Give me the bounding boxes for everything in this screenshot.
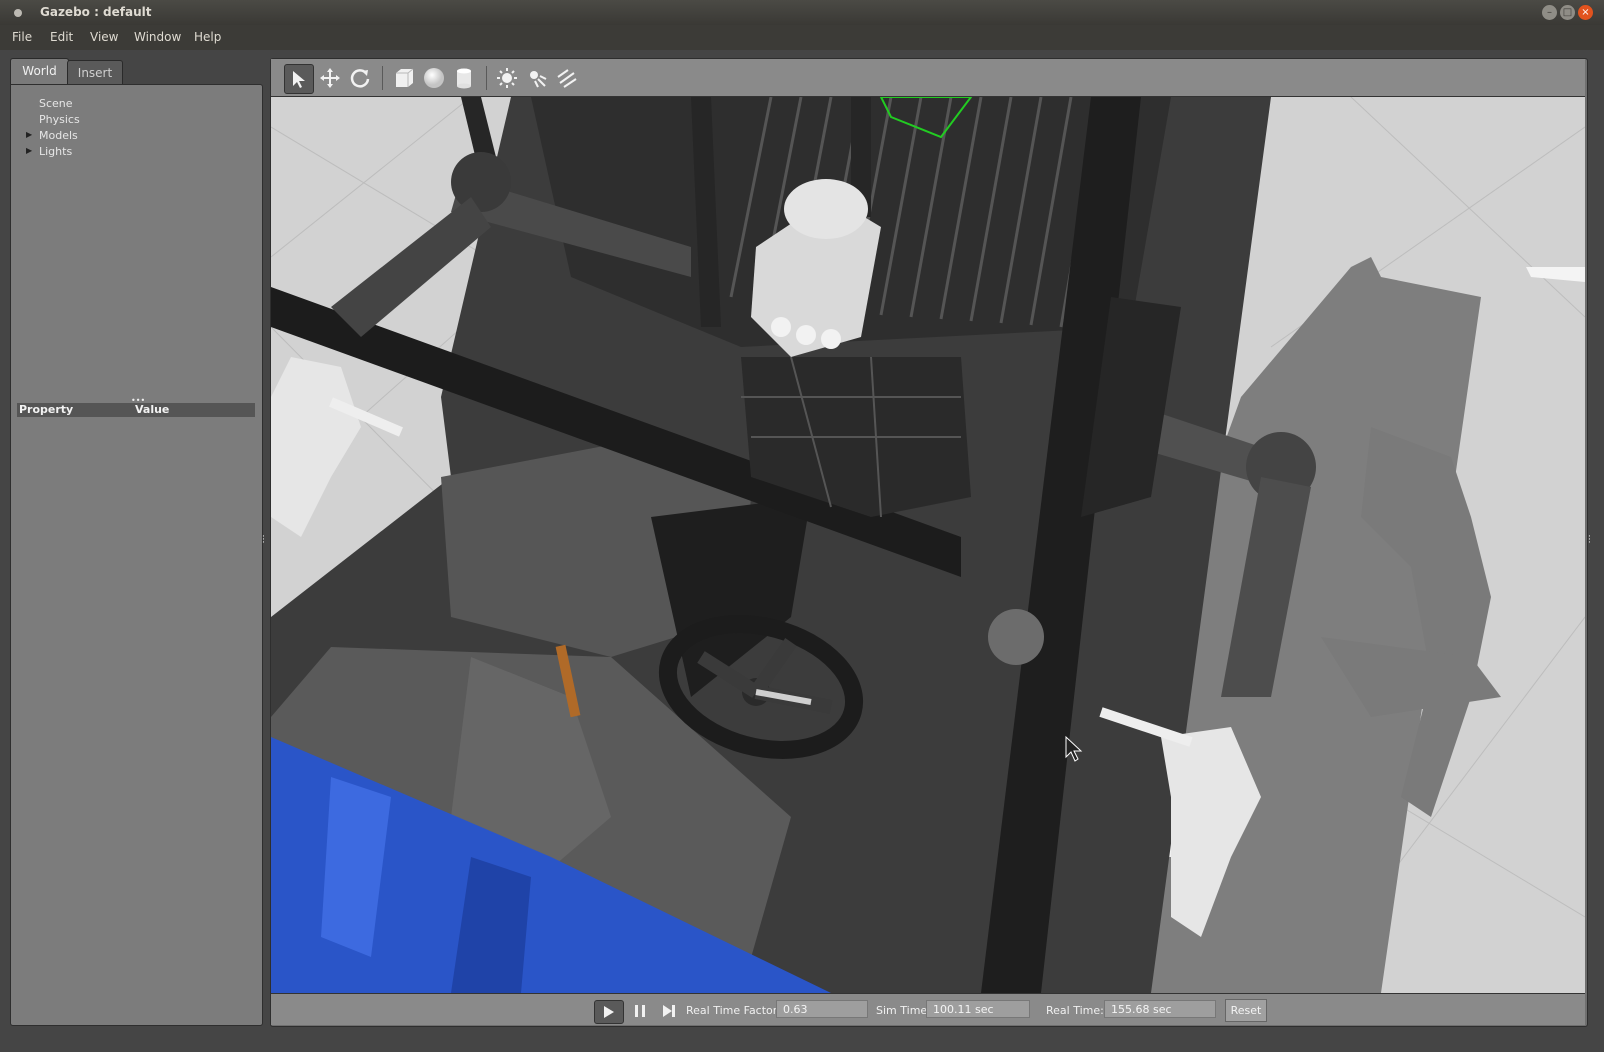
tree-item-scene[interactable]: Scene bbox=[39, 97, 73, 110]
scene-render bbox=[271, 97, 1585, 993]
play-icon[interactable] bbox=[594, 1000, 624, 1024]
sim-time-field: 100.11 sec bbox=[926, 1000, 1030, 1018]
pause-icon[interactable] bbox=[626, 1000, 654, 1022]
box-icon[interactable] bbox=[390, 64, 418, 92]
left-panel-collapse-handle[interactable]: · · · bbox=[262, 533, 265, 548]
rotate-icon[interactable] bbox=[346, 64, 374, 92]
real-time-factor-field: 0.63 bbox=[776, 1000, 868, 1018]
menu-file[interactable]: File bbox=[12, 30, 32, 44]
translate-icon[interactable] bbox=[316, 64, 344, 92]
toolbar-separator bbox=[486, 66, 487, 90]
window-title: Gazebo : default bbox=[40, 5, 152, 19]
reset-button[interactable]: Reset bbox=[1225, 999, 1267, 1022]
close-icon[interactable]: × bbox=[1578, 5, 1593, 20]
toolbar-separator bbox=[382, 66, 383, 90]
expand-lights-icon[interactable]: ▶ bbox=[26, 146, 32, 155]
cylinder-icon[interactable] bbox=[450, 64, 478, 92]
expand-models-icon[interactable]: ▶ bbox=[26, 130, 32, 139]
real-time-factor-label: Real Time Factor: bbox=[686, 1004, 781, 1017]
real-time-field: 155.68 sec bbox=[1104, 1000, 1216, 1018]
app-icon bbox=[14, 9, 22, 17]
3d-render-viewport[interactable] bbox=[271, 97, 1585, 993]
minimize-icon[interactable]: – bbox=[1542, 5, 1557, 20]
tree-item-lights[interactable]: Lights bbox=[39, 145, 72, 158]
sim-time-label: Sim Time: bbox=[876, 1004, 931, 1017]
menu-view[interactable]: View bbox=[90, 30, 118, 44]
value-column-header: Value bbox=[135, 403, 170, 416]
menu-bar: File Edit View Window Help bbox=[0, 25, 1604, 50]
maximize-icon[interactable]: □ bbox=[1560, 5, 1575, 20]
window-titlebar: Gazebo : default – □ × bbox=[0, 0, 1604, 25]
menu-window[interactable]: Window bbox=[134, 30, 181, 44]
directional-light-icon[interactable] bbox=[553, 64, 581, 92]
menu-help[interactable]: Help bbox=[194, 30, 221, 44]
menu-edit[interactable]: Edit bbox=[50, 30, 73, 44]
right-panel-expand-handle[interactable]: · · · bbox=[1588, 533, 1591, 548]
sphere-icon[interactable] bbox=[420, 64, 448, 92]
tab-insert[interactable]: Insert bbox=[67, 60, 123, 85]
step-forward-icon[interactable] bbox=[655, 1000, 683, 1022]
property-column-header: Property bbox=[19, 403, 74, 416]
select-arrow-icon[interactable] bbox=[284, 64, 314, 94]
real-time-label: Real Time: bbox=[1046, 1004, 1104, 1017]
tree-item-models[interactable]: Models bbox=[39, 129, 78, 142]
world-panel: Scene Physics ▶ Models ▶ Lights ••• Prop… bbox=[10, 84, 263, 1026]
spot-light-icon[interactable] bbox=[523, 64, 551, 92]
panel-splitter-handle[interactable]: ••• bbox=[131, 397, 145, 405]
point-light-icon[interactable] bbox=[493, 64, 521, 92]
property-table-header: Property Value bbox=[17, 403, 255, 417]
tree-item-physics[interactable]: Physics bbox=[39, 113, 80, 126]
tab-world[interactable]: World bbox=[10, 58, 69, 86]
